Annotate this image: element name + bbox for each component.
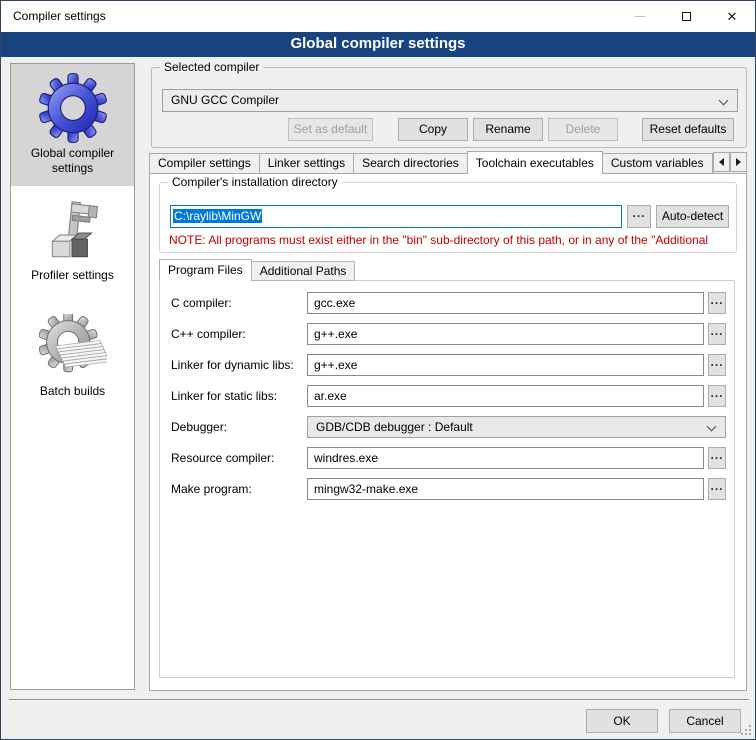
close-icon: ✕ (727, 10, 738, 23)
static-linker-input[interactable]: ar.exe (307, 385, 704, 407)
tab-scroll-right-button[interactable] (730, 152, 747, 172)
chevron-down-icon (719, 96, 729, 106)
program-files-tabstrip: Program FilesAdditional Paths (159, 259, 354, 281)
delete-button[interactable]: Delete (548, 118, 618, 141)
titlebar: Compiler settings ✕ (1, 1, 755, 32)
browse-button[interactable]: ... (708, 385, 726, 407)
gear-papers-icon (39, 314, 107, 382)
program-files-panel: C compiler: gcc.exe ... C++ compiler: g+… (159, 280, 735, 678)
browse-button[interactable]: ... (708, 323, 726, 345)
dynamic-linker-input[interactable]: g++.exe (307, 354, 704, 376)
caliper-icon (40, 200, 106, 266)
browse-button[interactable]: ... (708, 447, 726, 469)
resource-compiler-input[interactable]: windres.exe (307, 447, 704, 469)
resize-grip[interactable] (741, 725, 743, 727)
minimize-icon (635, 16, 645, 17)
settings-category-sidebar: Global compiler settings Profiler settin… (10, 63, 135, 690)
arrow-right-icon (736, 158, 741, 166)
sidebar-item-profiler-settings[interactable]: Profiler settings (11, 186, 134, 298)
field-label: Linker for dynamic libs: (171, 354, 294, 377)
make-program-row: Make program: mingw32-make.exe ... (160, 478, 734, 501)
tab-custom-variables[interactable]: Custom variables (602, 153, 713, 174)
selected-compiler-dropdown[interactable]: GNU GCC Compiler (162, 89, 738, 112)
resource-compiler-row: Resource compiler: windres.exe ... (160, 447, 734, 470)
page-title: Global compiler settings (1, 32, 755, 57)
footer-separator (9, 699, 749, 701)
tab-compiler-settings[interactable]: Compiler settings (149, 153, 260, 174)
gear-blue-icon (37, 72, 109, 144)
c-compiler-row: C compiler: gcc.exe ... (160, 292, 734, 315)
tab-linker-settings[interactable]: Linker settings (259, 153, 354, 174)
sidebar-item-label: Profiler settings (11, 266, 134, 291)
field-label: Make program: (171, 478, 252, 501)
tab-search-directories[interactable]: Search directories (353, 153, 468, 174)
group-label: Compiler's installation directory (168, 175, 342, 190)
dynamic-linker-row: Linker for dynamic libs: g++.exe ... (160, 354, 734, 377)
cancel-button[interactable]: Cancel (669, 709, 741, 733)
window-controls: ✕ (617, 1, 755, 32)
set-as-default-button[interactable]: Set as default (288, 118, 373, 141)
c-compiler-input[interactable]: gcc.exe (307, 292, 704, 314)
tab-toolchain-executables[interactable]: Toolchain executables (467, 151, 603, 174)
sidebar-item-batch-builds[interactable]: Batch builds (11, 298, 134, 410)
selected-text: C:\raylib\MinGW (173, 209, 262, 223)
debugger-row: Debugger: GDB/CDB debugger : Default (160, 416, 734, 439)
selected-compiler-group: Selected compiler GNU GCC Compiler Set a… (151, 67, 747, 148)
debugger-value: GDB/CDB debugger : Default (316, 420, 473, 434)
sidebar-item-label: Batch builds (11, 382, 134, 407)
debugger-dropdown[interactable]: GDB/CDB debugger : Default (307, 416, 726, 438)
selected-compiler-value: GNU GCC Compiler (171, 93, 279, 107)
installation-directory-input[interactable]: C:\raylib\MinGW (170, 205, 622, 228)
static-linker-row: Linker for static libs: ar.exe ... (160, 385, 734, 408)
make-program-input[interactable]: mingw32-make.exe (307, 478, 704, 500)
field-label: Linker for static libs: (171, 385, 277, 408)
ok-button[interactable]: OK (586, 709, 658, 733)
tab-additional-paths[interactable]: Additional Paths (251, 261, 356, 281)
browse-button[interactable]: ... (708, 292, 726, 314)
minimize-button[interactable] (617, 1, 663, 32)
browse-directory-button[interactable]: ... (627, 205, 651, 228)
maximize-button[interactable] (663, 1, 709, 32)
tab-program-files[interactable]: Program Files (159, 259, 252, 281)
window-title: Compiler settings (13, 1, 106, 32)
settings-tabstrip: Compiler settingsLinker settingsSearch d… (149, 151, 747, 174)
close-button[interactable]: ✕ (709, 1, 755, 32)
arrow-left-icon (719, 158, 724, 166)
maximize-icon (682, 12, 691, 21)
browse-button[interactable]: ... (708, 478, 726, 500)
cpp-compiler-input[interactable]: g++.exe (307, 323, 704, 345)
field-label: Debugger: (171, 416, 227, 439)
auto-detect-button[interactable]: Auto-detect (656, 205, 729, 228)
tab-scroll-left-button[interactable] (713, 152, 730, 172)
toolchain-executables-panel: Compiler's installation directory C:\ray… (149, 173, 747, 691)
installation-directory-group: Compiler's installation directory C:\ray… (159, 182, 737, 253)
browse-button[interactable]: ... (708, 354, 726, 376)
reset-defaults-button[interactable]: Reset defaults (642, 118, 734, 141)
field-label: Resource compiler: (171, 447, 274, 470)
chevron-down-icon (707, 422, 717, 432)
rename-button[interactable]: Rename (473, 118, 543, 141)
cpp-compiler-row: C++ compiler: g++.exe ... (160, 323, 734, 346)
field-label: C++ compiler: (171, 323, 246, 346)
sidebar-item-global-compiler-settings[interactable]: Global compiler settings (11, 64, 134, 186)
installation-note: NOTE: All programs must exist either in … (169, 233, 733, 247)
copy-button[interactable]: Copy (398, 118, 468, 141)
sidebar-item-label: Global compiler settings (11, 144, 134, 184)
field-label: C compiler: (171, 292, 232, 315)
compiler-settings-dialog: Compiler settings ✕ Global compiler sett… (0, 0, 756, 740)
group-label: Selected compiler (160, 60, 263, 75)
